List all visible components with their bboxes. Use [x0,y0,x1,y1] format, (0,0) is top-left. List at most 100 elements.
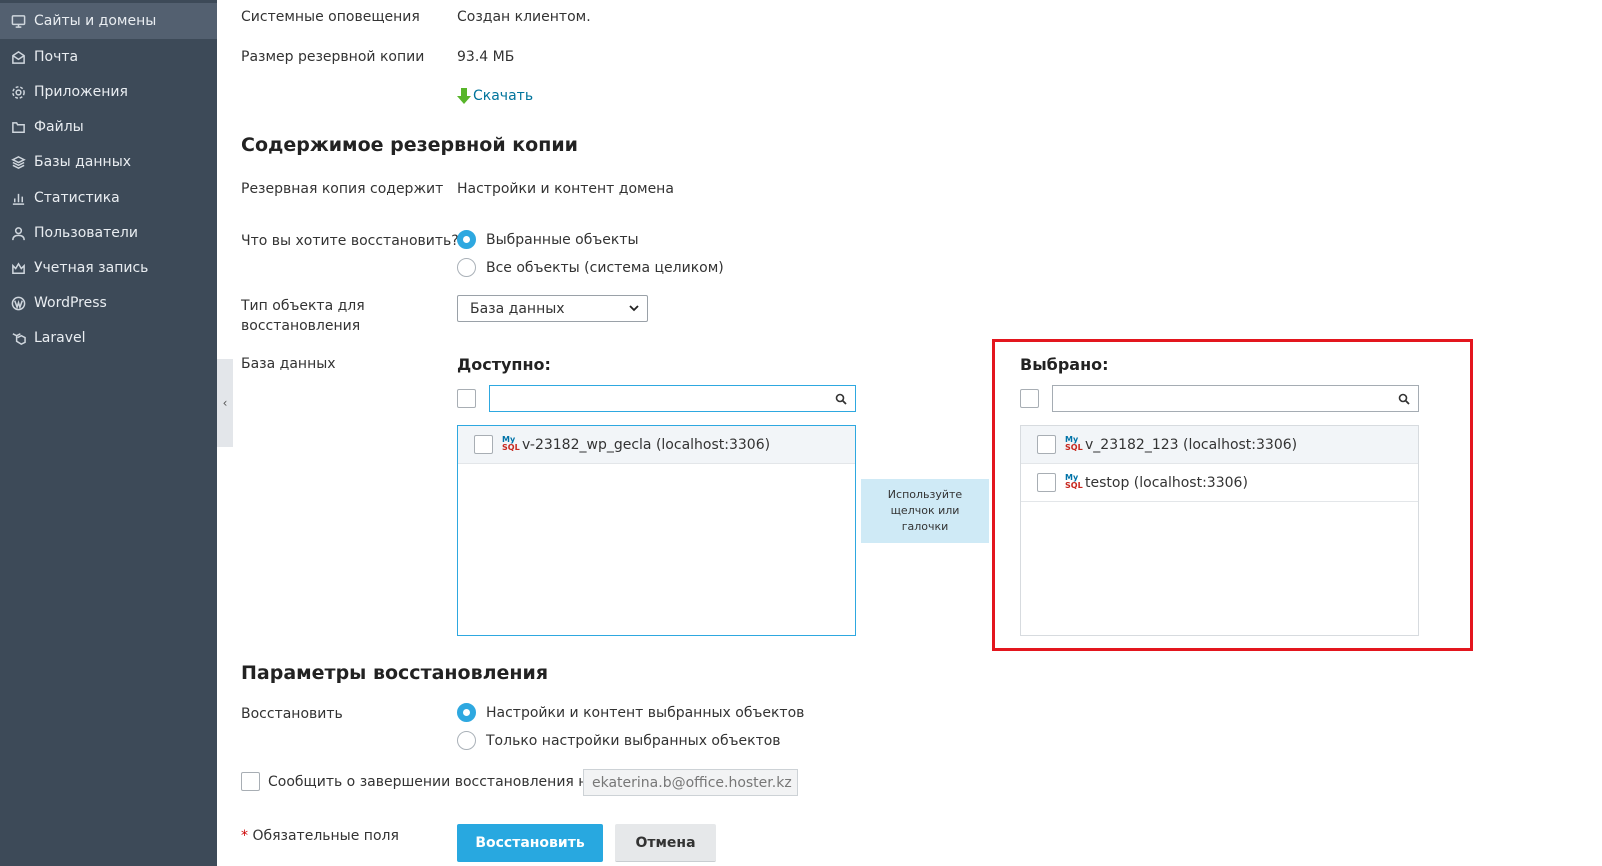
sidebar: Сайты и домены Почта Приложения Файлы Ба… [0,0,217,866]
object-type-label-line1: Тип объекта для [241,298,365,314]
sidebar-item-databases[interactable]: Базы данных [0,144,217,180]
search-icon [1398,393,1410,405]
laravel-icon [10,330,26,346]
selected-heading: Выбрано: [1020,355,1109,374]
item-checkbox[interactable] [1037,473,1056,492]
radio-button[interactable] [457,230,476,249]
sidebar-item-files[interactable]: Файлы [0,109,217,145]
required-star: * [241,828,248,844]
radio-button[interactable] [457,731,476,750]
sidebar-item-statistics[interactable]: Статистика [0,180,217,216]
hint-line-3: галочки [901,520,949,533]
radio-settings-and-content[interactable]: Настройки и контент выбранных объектов [457,703,804,722]
radio-label: Настройки и контент выбранных объектов [486,704,805,721]
object-type-label-line2: восстановления [241,318,361,334]
list-item[interactable]: My SQL v-23182_wp_gecla (localhost:3306) [458,426,855,464]
radio-selected-objects[interactable]: Выбранные объекты [457,230,639,249]
sidebar-item-label: Статистика [34,190,120,206]
available-select-all-checkbox[interactable] [457,389,476,408]
restore-button[interactable]: Восстановить [457,824,603,862]
user-icon [10,225,26,241]
notifications-value: Создан клиентом. [457,9,591,25]
sidebar-item-label: Базы данных [34,154,132,170]
mysql-icon: My SQL [1065,472,1083,490]
backup-contains-label: Резервная копия содержит [241,181,444,197]
cancel-button[interactable]: Отмена [615,824,716,862]
usage-hint: Используйте щелчок или галочки [861,479,989,543]
sidebar-item-label: Учетная запись [34,260,149,276]
folder-icon [10,119,26,135]
monitor-icon [10,13,26,29]
required-fields-note: * Обязательные поля [241,828,399,844]
sidebar-item-label: Laravel [34,330,86,346]
selected-search-input[interactable] [1052,385,1419,412]
notify-on-completion-row[interactable]: Сообщить о завершении восстановления на [241,772,596,791]
download-arrow-icon [457,87,471,105]
database-label: База данных [241,356,336,372]
restore-label: Восстановить [241,706,343,722]
list-item-label: v-23182_wp_gecla (localhost:3306) [522,436,771,453]
item-checkbox[interactable] [474,435,493,454]
sidebar-item-sites-domains[interactable]: Сайты и домены [0,3,217,39]
bar-chart-icon [10,190,26,206]
required-fields-label: Обязательные поля [252,828,399,844]
backup-size-value: 93.4 МБ [457,49,515,65]
available-search-input[interactable] [489,385,856,412]
list-item-label: testop (localhost:3306) [1085,474,1248,491]
sidebar-item-label: Файлы [34,119,84,135]
restore-params-title: Параметры восстановления [241,662,549,684]
radio-settings-only[interactable]: Только настройки выбранных объектов [457,731,781,750]
notify-label: Сообщить о завершении восстановления на [268,773,597,790]
download-label: Скачать [473,88,534,104]
radio-all-objects[interactable]: Все объекты (система целиком) [457,258,724,277]
sidebar-collapse-handle[interactable]: ‹ [217,359,233,447]
backup-size-label: Размер резервной копии [241,49,425,65]
radio-label: Выбранные объекты [486,231,639,248]
mysql-icon: My SQL [1065,434,1083,452]
sidebar-item-applications[interactable]: Приложения [0,74,217,110]
sidebar-item-wordpress[interactable]: WordPress [0,285,217,321]
sidebar-item-users[interactable]: Пользователи [0,215,217,251]
available-heading: Доступно: [457,355,551,374]
radio-label: Все объекты (система целиком) [486,259,724,276]
sidebar-item-laravel[interactable]: Laravel [0,320,217,356]
chevron-down-icon [629,305,639,312]
layers-icon [10,154,26,170]
selected-list[interactable]: My SQL v_23182_123 (localhost:3306) My SQL… [1020,425,1419,636]
chevron-left-icon: ‹ [222,396,228,410]
radio-button[interactable] [457,258,476,277]
backup-contains-value: Настройки и контент домена [457,181,674,197]
sidebar-item-label: WordPress [34,295,107,311]
notify-checkbox[interactable] [241,772,260,791]
object-type-select[interactable]: База данных [457,295,648,322]
sidebar-item-label: Приложения [34,84,128,100]
list-item[interactable]: My SQL v_23182_123 (localhost:3306) [1021,426,1418,464]
gear-icon [10,84,26,100]
available-list[interactable]: My SQL v-23182_wp_gecla (localhost:3306) [457,425,856,636]
backup-contents-title: Содержимое резервной копии [241,134,578,156]
mysql-icon: My SQL [502,434,520,452]
hint-line-1: Используйте [887,488,963,501]
sidebar-item-label: Почта [34,49,79,65]
sidebar-item-label: Сайты и домены [34,13,157,29]
email-value: ekaterina.b@office.hoster.kz [592,774,792,791]
radio-label: Только настройки выбранных объектов [486,732,781,749]
sidebar-item-account[interactable]: Учетная запись [0,250,217,286]
download-link[interactable]: Скачать [457,87,533,105]
mail-icon [10,49,26,65]
item-checkbox[interactable] [1037,435,1056,454]
list-item-label: v_23182_123 (localhost:3306) [1085,436,1298,453]
radio-button[interactable] [457,703,476,722]
select-value: База данных [470,300,565,317]
selected-select-all-checkbox[interactable] [1020,389,1039,408]
restore-what-label: Что вы хотите восстановить? [241,233,459,249]
hint-line-2: щелчок или [890,504,960,517]
wordpress-icon [10,295,26,311]
search-icon [835,393,847,405]
notify-email-field[interactable]: ekaterina.b@office.hoster.kz [583,769,798,796]
sidebar-item-label: Пользователи [34,225,138,241]
notifications-label: Системные оповещения [241,9,420,25]
account-icon [10,260,26,276]
sidebar-item-mail[interactable]: Почта [0,39,217,75]
list-item[interactable]: My SQL testop (localhost:3306) [1021,464,1418,502]
